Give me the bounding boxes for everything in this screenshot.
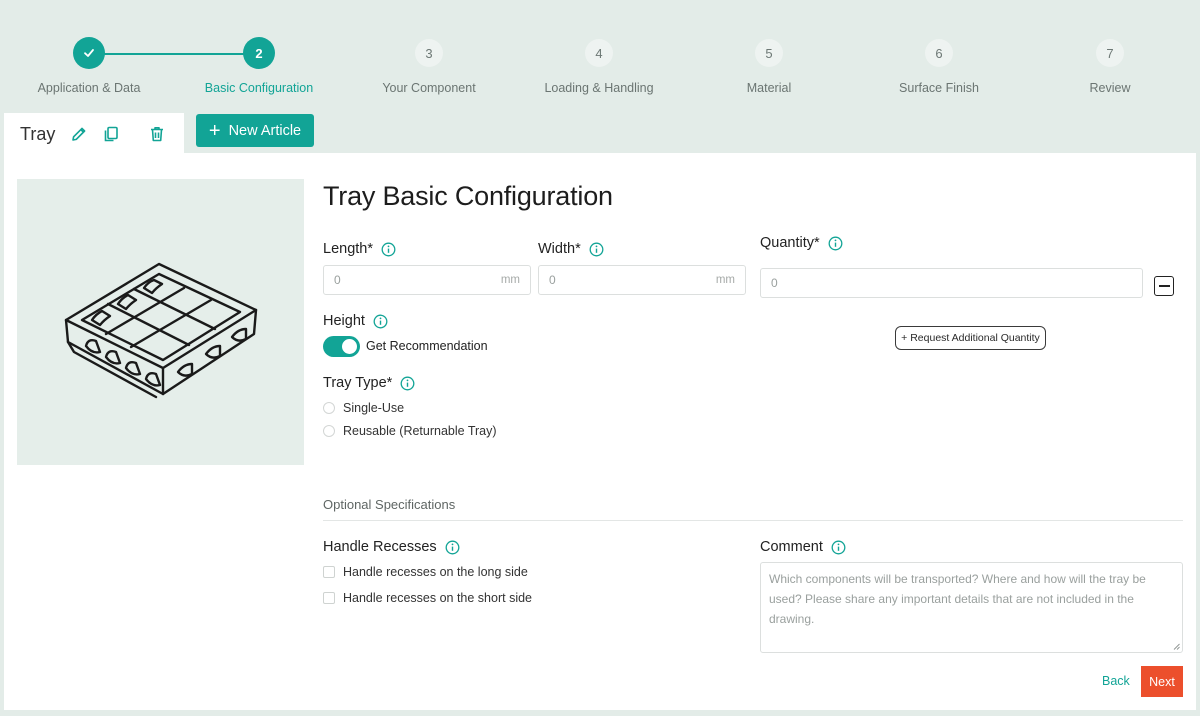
step-number: 3 xyxy=(415,39,443,67)
checkbox-long-side[interactable]: Handle recesses on the long side xyxy=(323,565,528,579)
article-tab-name: Tray xyxy=(20,123,56,144)
step-application-data[interactable]: Application & Data xyxy=(4,37,174,95)
handle-recesses-label-group: Handle Recesses xyxy=(323,539,460,555)
comment-label: Comment xyxy=(760,539,823,555)
back-button[interactable]: Back xyxy=(1102,674,1130,688)
new-article-button[interactable]: + New Article xyxy=(196,114,314,147)
step-number: 6 xyxy=(925,39,953,67)
tray-type-label: Tray Type* xyxy=(323,375,393,391)
width-unit: mm xyxy=(715,274,735,286)
step-check-icon xyxy=(73,37,105,69)
comment-textarea[interactable]: Which components will be transported? Wh… xyxy=(760,562,1183,653)
info-icon[interactable] xyxy=(381,242,396,257)
section-divider xyxy=(323,520,1183,521)
pencil-icon[interactable] xyxy=(69,124,89,144)
get-recommendation-label: Get Recommendation xyxy=(366,339,488,353)
step-label: Loading & Handling xyxy=(544,81,654,95)
progress-stepper: Application & Data 2 Basic Configuration… xyxy=(0,0,1200,110)
step-label: Your Component xyxy=(382,81,476,95)
info-icon[interactable] xyxy=(589,242,604,257)
radio-reusable[interactable]: Reusable (Returnable Tray) xyxy=(323,424,497,438)
remove-quantity-button[interactable] xyxy=(1154,276,1174,296)
radio-label: Single-Use xyxy=(343,401,405,415)
step-number: 5 xyxy=(755,39,783,67)
height-label: Height xyxy=(323,313,365,329)
copy-icon[interactable] xyxy=(101,124,121,144)
configuration-panel: Tray Basic Configuration Length* 0 mm Wi… xyxy=(4,153,1196,710)
width-label-group: Width* xyxy=(538,241,604,257)
radio-label: Reusable (Returnable Tray) xyxy=(343,424,497,438)
step-label: Material xyxy=(746,81,792,95)
info-icon[interactable] xyxy=(831,540,846,555)
radio-single-use[interactable]: Single-Use xyxy=(323,401,404,415)
step-label: Basic Configuration xyxy=(204,81,314,95)
width-label: Width* xyxy=(538,241,581,257)
next-button[interactable]: Next xyxy=(1141,666,1183,697)
tray-type-label-group: Tray Type* xyxy=(323,375,415,391)
quantity-label-group: Quantity* xyxy=(760,235,843,251)
comment-placeholder: Which components will be transported? Wh… xyxy=(769,572,1146,626)
radio-button[interactable] xyxy=(323,402,335,414)
info-icon[interactable] xyxy=(373,314,388,329)
quantity-input[interactable]: 0 xyxy=(760,268,1143,298)
height-label-group: Height xyxy=(323,313,388,329)
quantity-placeholder: 0 xyxy=(771,276,778,290)
length-input[interactable]: 0 mm xyxy=(323,265,531,295)
tray-preview xyxy=(17,179,304,465)
width-input[interactable]: 0 mm xyxy=(538,265,746,295)
optional-specifications-title: Optional Specifications xyxy=(323,497,456,512)
step-label: Surface Finish xyxy=(899,81,979,95)
step-loading-handling[interactable]: 4 Loading & Handling xyxy=(514,37,684,95)
length-label: Length* xyxy=(323,241,373,257)
info-icon[interactable] xyxy=(445,540,460,555)
length-placeholder: 0 xyxy=(334,273,341,287)
length-unit: mm xyxy=(500,274,520,286)
radio-button[interactable] xyxy=(323,425,335,437)
info-icon[interactable] xyxy=(828,236,843,251)
plus-icon: + xyxy=(208,119,221,142)
step-material[interactable]: 5 Material xyxy=(684,37,854,95)
quantity-label: Quantity* xyxy=(760,235,820,251)
step-surface-finish[interactable]: 6 Surface Finish xyxy=(854,37,1024,95)
info-icon[interactable] xyxy=(400,376,415,391)
step-number: 4 xyxy=(585,39,613,67)
trash-icon[interactable] xyxy=(147,124,167,144)
length-label-group: Length* xyxy=(323,241,396,257)
checkbox-label: Handle recesses on the long side xyxy=(343,565,528,579)
article-tab-tray[interactable]: Tray xyxy=(4,113,184,155)
step-review[interactable]: 7 Review xyxy=(1025,37,1195,95)
new-article-label: New Article xyxy=(228,122,302,139)
resize-grip-icon[interactable] xyxy=(1173,643,1180,650)
request-additional-quantity-button[interactable]: + Request Additional Quantity xyxy=(895,326,1046,350)
checkbox-label: Handle recesses on the short side xyxy=(343,591,532,605)
checkbox[interactable] xyxy=(323,592,335,604)
comment-label-group: Comment xyxy=(760,539,846,555)
checkbox-short-side[interactable]: Handle recesses on the short side xyxy=(323,591,532,605)
step-label: Application & Data xyxy=(37,81,141,95)
tray-illustration xyxy=(64,262,257,399)
step-number: 2 xyxy=(243,37,275,69)
step-basic-configuration[interactable]: 2 Basic Configuration xyxy=(174,37,344,95)
step-number: 7 xyxy=(1096,39,1124,67)
get-recommendation-toggle[interactable] xyxy=(323,336,360,357)
width-placeholder: 0 xyxy=(549,273,556,287)
checkbox[interactable] xyxy=(323,566,335,578)
form-title: Tray Basic Configuration xyxy=(323,181,613,211)
step-your-component[interactable]: 3 Your Component xyxy=(344,37,514,95)
handle-recesses-label: Handle Recesses xyxy=(323,539,437,555)
step-label: Review xyxy=(1089,81,1131,95)
